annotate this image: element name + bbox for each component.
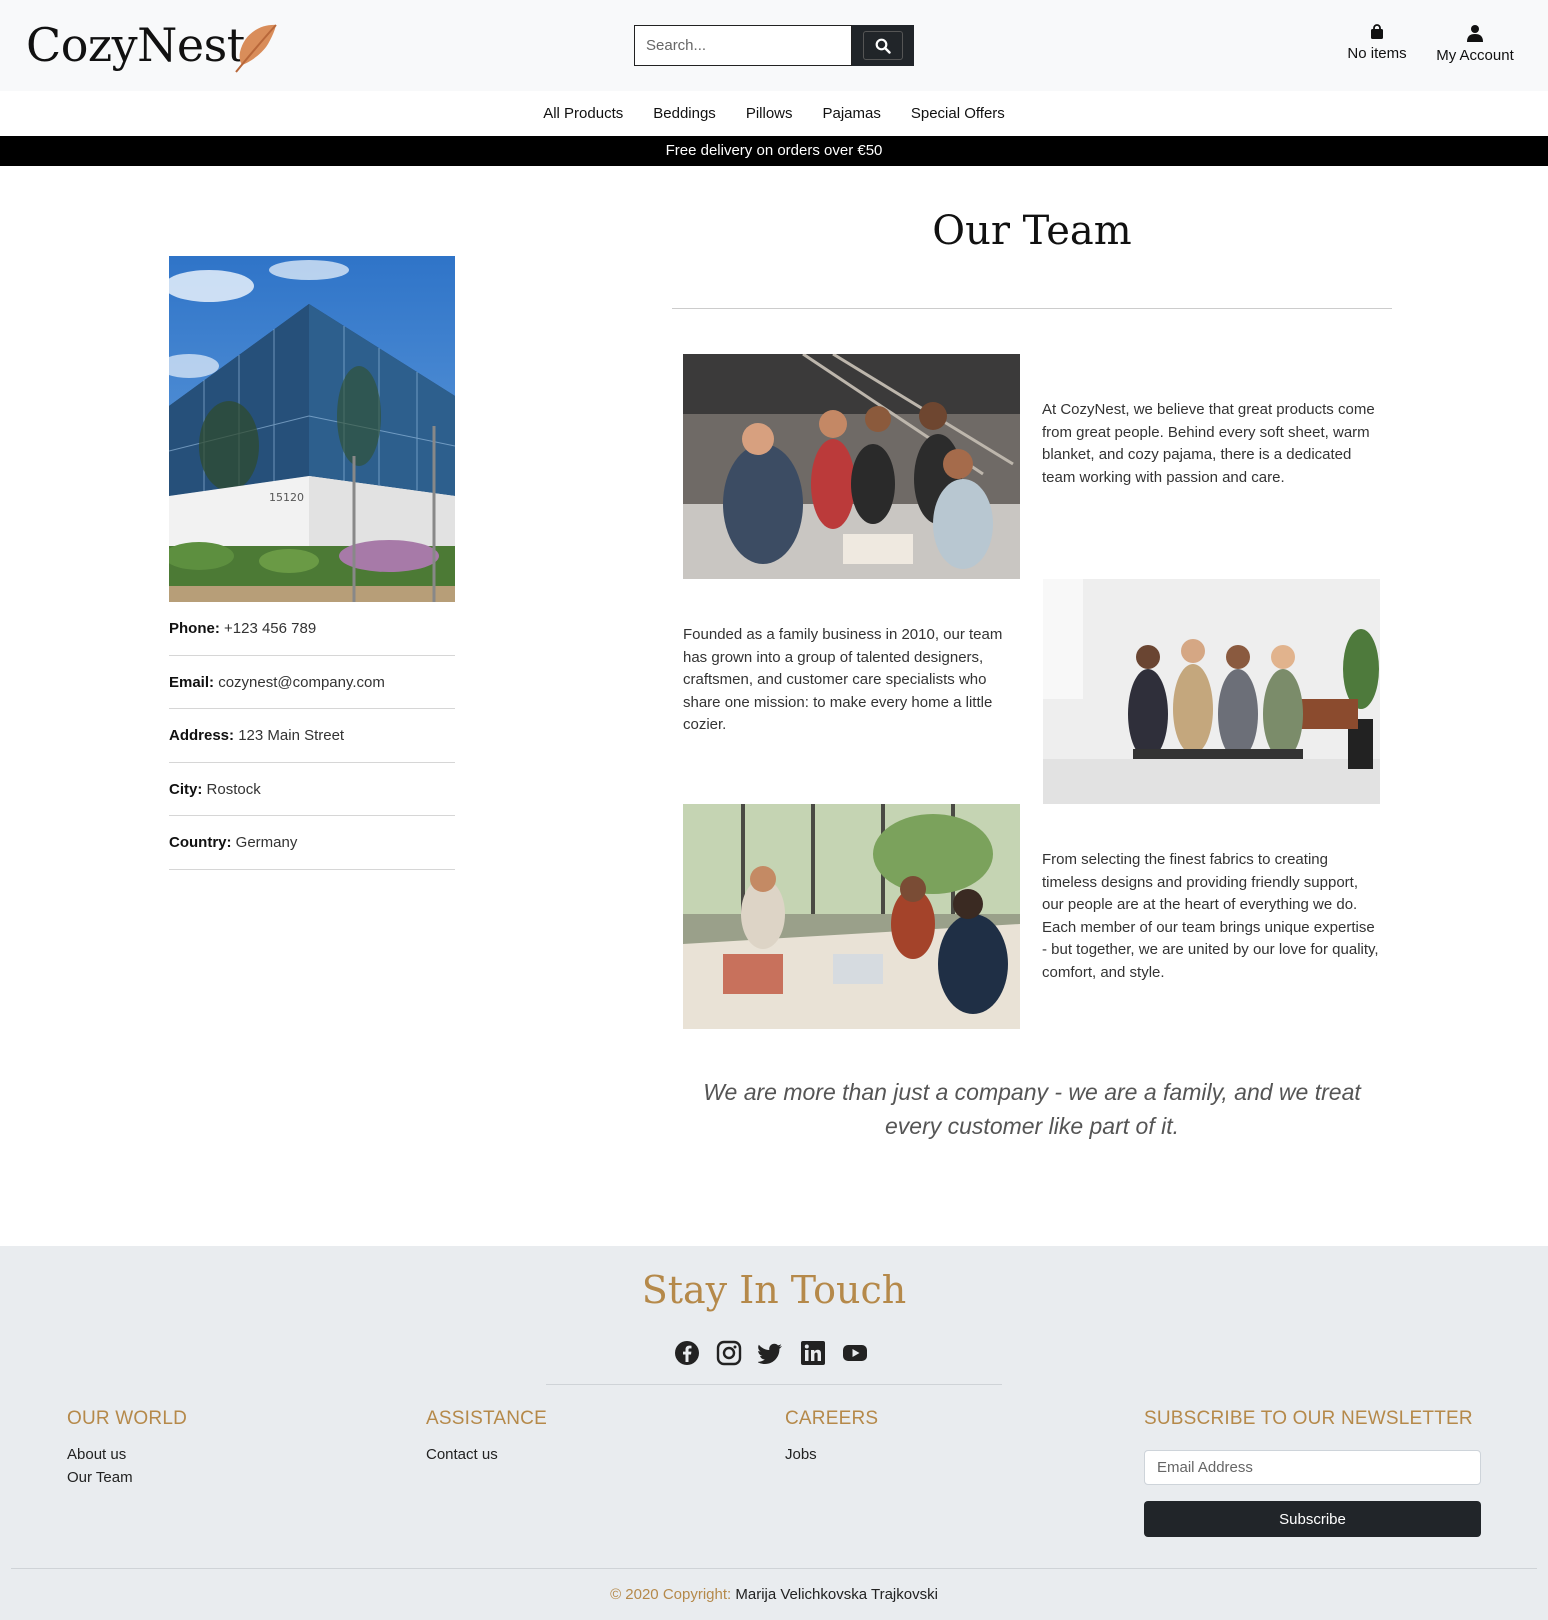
nav-pajamas[interactable]: Pajamas <box>823 105 881 122</box>
nav-pillows[interactable]: Pillows <box>746 105 793 122</box>
team-paragraph-3: From selecting the finest fabrics to cre… <box>1042 851 1379 981</box>
contact-city: City: Rostock <box>169 763 455 816</box>
contact-details: Phone: +123 456 789 Email: cozynest@comp… <box>169 602 455 870</box>
footer-col-title: CAREERS <box>785 1408 879 1429</box>
nav-special-offers[interactable]: Special Offers <box>911 105 1005 122</box>
instagram-icon[interactable] <box>716 1340 742 1366</box>
social-links <box>674 1340 874 1366</box>
footer-link-our-team[interactable]: Our Team <box>67 1467 187 1490</box>
copyright-prefix: © 2020 Copyright: <box>610 1586 732 1603</box>
search-icon <box>875 38 891 54</box>
user-icon <box>1467 25 1483 42</box>
footer-bottom-divider <box>11 1568 1537 1569</box>
newsletter-email-input[interactable] <box>1144 1450 1481 1485</box>
office-building-image: 15120 <box>169 256 455 602</box>
footer-heading: Stay In Touch <box>641 1268 907 1312</box>
contact-email: Email: cozynest@company.com <box>169 656 455 709</box>
twitter-icon[interactable] <box>757 1340 784 1366</box>
my-account-link[interactable]: My Account <box>1432 24 1518 64</box>
contact-address: Address: 123 Main Street <box>169 709 455 763</box>
divider <box>672 308 1392 309</box>
linkedin-icon[interactable] <box>800 1340 826 1366</box>
nav-all-products[interactable]: All Products <box>543 105 623 122</box>
account-label: My Account <box>1436 47 1514 64</box>
logo-text[interactable]: CozyNest <box>26 18 245 72</box>
shopping-bag-icon <box>1371 24 1383 39</box>
footer-col-careers: CAREERS Jobs <box>785 1408 878 1467</box>
main-nav: All Products Beddings Pillows Pajamas Sp… <box>0 91 1548 136</box>
team-quote: We are more than just a company - we are… <box>703 1079 1361 1139</box>
footer-col-newsletter: SUBSCRIBE TO OUR NEWSLETTER Subscribe <box>1144 1408 1481 1537</box>
team-meeting-photo <box>683 804 1020 1029</box>
team-paragraph-2: Founded as a family business in 2010, ou… <box>683 626 1003 733</box>
cart-link[interactable]: No items <box>1342 24 1412 62</box>
building-number: 15120 <box>269 491 304 504</box>
team-high-five-photo <box>683 354 1020 579</box>
feather-logo-icon <box>235 24 277 73</box>
contact-country: Country: Germany <box>169 816 455 870</box>
footer-col-assistance: ASSISTANCE Contact us <box>426 1408 547 1467</box>
search-button[interactable] <box>852 25 914 66</box>
footer-col-title: ASSISTANCE <box>426 1408 547 1429</box>
cart-label: No items <box>1347 45 1407 62</box>
contact-phone: Phone: +123 456 789 <box>169 602 455 656</box>
footer-link-jobs[interactable]: Jobs <box>785 1444 878 1467</box>
page-title: Our Team <box>932 208 1132 254</box>
header: CozyNest No items My Account <box>0 0 1548 91</box>
footer: Stay In Touch OUR WORLD About us Our Tea… <box>0 1246 1548 1620</box>
copyright-author[interactable]: Marija Velichkovska Trajkovski <box>735 1586 938 1603</box>
copyright: © 2020 Copyright: Marija Velichkovska Tr… <box>0 1586 1548 1603</box>
team-paragraph-1: At CozyNest, we believe that great produ… <box>1042 401 1375 486</box>
facebook-icon[interactable] <box>674 1340 700 1366</box>
youtube-icon[interactable] <box>842 1340 868 1366</box>
search-input[interactable] <box>634 25 852 66</box>
footer-col-our-world: OUR WORLD About us Our Team <box>67 1408 187 1489</box>
footer-link-about-us[interactable]: About us <box>67 1444 187 1467</box>
footer-divider <box>546 1384 1002 1385</box>
footer-col-title: OUR WORLD <box>67 1408 188 1429</box>
footer-link-contact-us[interactable]: Contact us <box>426 1444 547 1467</box>
subscribe-button[interactable]: Subscribe <box>1144 1501 1481 1537</box>
nav-beddings[interactable]: Beddings <box>653 105 716 122</box>
team-group-photo <box>1043 579 1380 804</box>
newsletter-title: SUBSCRIBE TO OUR NEWSLETTER <box>1144 1408 1473 1429</box>
promo-banner: Free delivery on orders over €50 <box>0 136 1548 166</box>
